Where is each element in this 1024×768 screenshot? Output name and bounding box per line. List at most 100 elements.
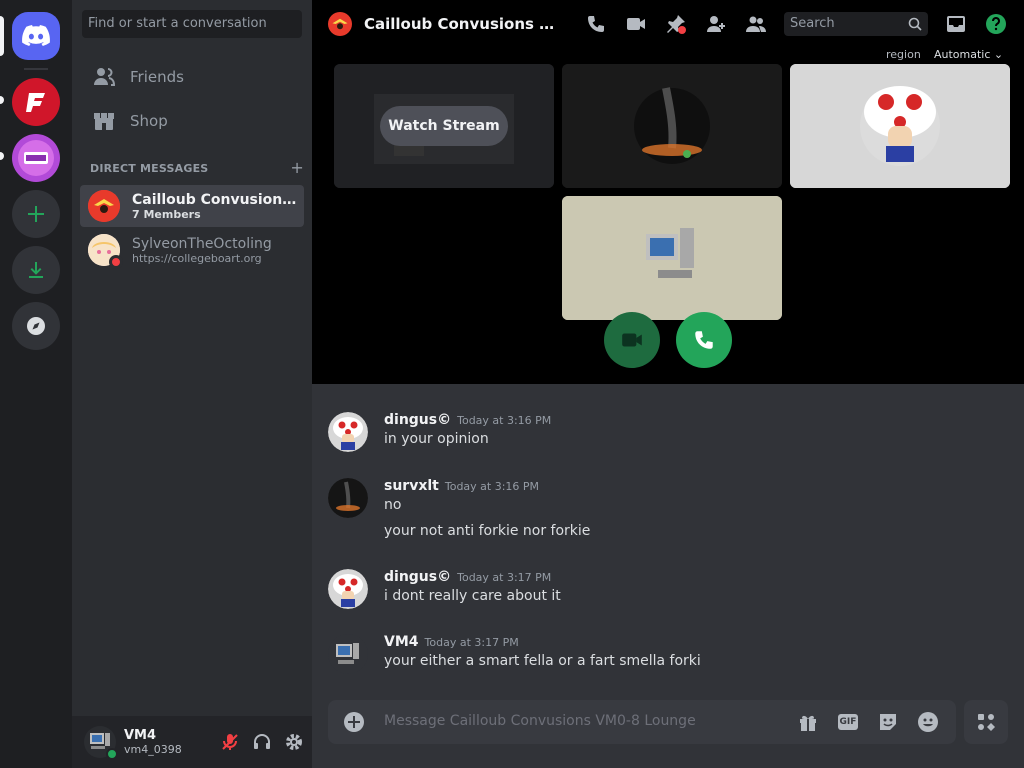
survxlt-avatar-icon[interactable] xyxy=(328,478,368,518)
help-button[interactable] xyxy=(984,12,1008,36)
participant-tile-vm4[interactable] xyxy=(562,196,782,320)
direct-messages-label: DIRECT MESSAGES xyxy=(90,162,209,175)
toad-avatar-icon xyxy=(790,64,1010,188)
shop-icon xyxy=(94,113,114,130)
self-avatar[interactable] xyxy=(84,726,118,760)
message-timestamp: Today at 3:17 PM xyxy=(424,636,519,649)
mute-button[interactable] xyxy=(214,726,246,758)
gift-button[interactable] xyxy=(796,710,820,734)
nav-shop[interactable]: Shop xyxy=(80,100,304,142)
group-avatar-icon xyxy=(88,190,120,222)
plus-icon xyxy=(28,206,44,222)
server-icon-f[interactable] xyxy=(12,78,60,126)
start-voice-call-button[interactable] xyxy=(584,12,608,36)
nav-shop-label: Shop xyxy=(130,112,168,130)
apps-button[interactable] xyxy=(964,700,1008,744)
compass-icon xyxy=(27,317,45,335)
message-text: your either a smart fella or a fart smel… xyxy=(384,653,701,669)
unread-pill xyxy=(0,96,4,104)
header-search-input[interactable]: Search xyxy=(784,12,928,36)
home-button[interactable] xyxy=(12,12,60,60)
inbox-button[interactable] xyxy=(944,12,968,36)
explore-servers-button[interactable] xyxy=(12,302,60,350)
message-author[interactable]: survxlt xyxy=(384,478,439,494)
join-call-button[interactable] xyxy=(676,312,732,368)
computer-avatar-icon[interactable] xyxy=(328,634,368,674)
toggle-camera-button[interactable] xyxy=(604,312,660,368)
region-dropdown[interactable]: Automatic ⌄ xyxy=(934,48,1003,61)
dm-item-sylveon[interactable]: SylveonTheOctoling https://collegeboart.… xyxy=(80,229,304,271)
dm-name: Cailloub Convusions VM0-8 Lounge xyxy=(132,191,302,208)
selected-pill xyxy=(0,16,4,56)
toad-avatar-icon[interactable] xyxy=(328,412,368,452)
pinned-messages-button[interactable] xyxy=(664,12,688,36)
message-text: in your opinion xyxy=(384,431,489,447)
user-avatar xyxy=(88,234,123,269)
dm-item-cailloub-lounge[interactable]: Cailloub Convusions VM0-8 Lounge 7 Membe… xyxy=(80,185,304,227)
direct-messages-header: DIRECT MESSAGES + xyxy=(90,160,304,176)
unread-pill xyxy=(0,152,4,160)
emoji-button[interactable] xyxy=(916,710,940,734)
download-apps-button[interactable] xyxy=(12,246,60,294)
participant-tile-dingus[interactable] xyxy=(790,64,1010,188)
region-label: region xyxy=(886,48,921,61)
gif-label: GIF xyxy=(837,714,859,730)
download-icon xyxy=(29,262,43,278)
message-author[interactable]: VM4 xyxy=(384,634,419,650)
message-timestamp: Today at 3:17 PM xyxy=(457,571,552,584)
headphones-icon xyxy=(254,734,270,749)
pin-icon xyxy=(667,15,686,34)
members-icon xyxy=(746,16,766,32)
phone-call-icon xyxy=(588,16,604,32)
gift-icon xyxy=(800,715,816,731)
add-server-button[interactable] xyxy=(12,190,60,238)
search-icon xyxy=(908,17,922,31)
find-conversation-input[interactable]: Find or start a conversation xyxy=(82,10,302,38)
message-author[interactable]: dingus© xyxy=(384,412,451,428)
call-area: Cailloub Convusions VM0-8 Lounge Search xyxy=(312,0,1024,384)
gif-button[interactable]: GIF xyxy=(836,710,860,734)
user-panel: VM4 vm4_0398 xyxy=(72,716,312,768)
deafen-button[interactable] xyxy=(246,726,278,758)
server-icon-expo[interactable] xyxy=(12,134,60,182)
help-icon xyxy=(986,14,1006,34)
group-dm-avatar xyxy=(88,190,120,222)
stream-tile[interactable]: Watch Stream xyxy=(334,64,554,188)
add-friends-to-dm-button[interactable] xyxy=(704,12,728,36)
participant-tile-survxlt[interactable] xyxy=(562,64,782,188)
message-text: i dont really care about it xyxy=(384,588,561,604)
dnd-status-icon xyxy=(109,255,123,269)
emoji-icon xyxy=(918,712,938,732)
inbox-icon xyxy=(947,16,965,32)
watch-stream-button[interactable]: Watch Stream xyxy=(380,106,508,146)
self-tag: vm4_0398 xyxy=(124,743,182,756)
member-list-button[interactable] xyxy=(744,12,768,36)
message-composer[interactable]: Message Cailloub Convusions VM0-8 Lounge… xyxy=(328,700,956,744)
discord-app: Find or start a conversation Friends Sho… xyxy=(0,0,1024,768)
start-video-call-button[interactable] xyxy=(624,12,648,36)
dm-members-count: 7 Members xyxy=(132,207,201,221)
header-search-placeholder: Search xyxy=(790,16,835,31)
add-user-icon xyxy=(707,16,725,32)
server-f-logo-icon xyxy=(26,93,45,112)
user-settings-button[interactable] xyxy=(278,726,310,758)
participant-avatar-survxlt xyxy=(562,64,782,188)
dm-sidebar: Find or start a conversation Friends Sho… xyxy=(72,0,312,768)
toad-avatar-icon[interactable] xyxy=(328,569,368,609)
rail-separator xyxy=(24,68,48,70)
create-dm-button[interactable]: + xyxy=(290,160,304,176)
message-input[interactable]: Message Cailloub Convusions VM0-8 Lounge xyxy=(384,713,696,729)
message-timestamp: Today at 3:16 PM xyxy=(444,480,540,493)
plus-circle-icon xyxy=(344,712,364,732)
sticker-button[interactable] xyxy=(876,710,900,734)
message-list: dingus© Today at 3:16 PM in your opinion … xyxy=(312,384,1024,694)
message-author[interactable]: dingus© xyxy=(384,569,451,585)
region-value: Automatic xyxy=(934,48,991,61)
online-status-icon xyxy=(106,748,118,760)
mic-muted-icon xyxy=(222,734,238,750)
computer-avatar-icon xyxy=(562,196,782,320)
upload-button[interactable] xyxy=(342,710,366,734)
dm-name: SylveonTheOctoling xyxy=(132,235,272,252)
nav-friends[interactable]: Friends xyxy=(80,56,304,98)
friends-icon xyxy=(94,68,116,86)
